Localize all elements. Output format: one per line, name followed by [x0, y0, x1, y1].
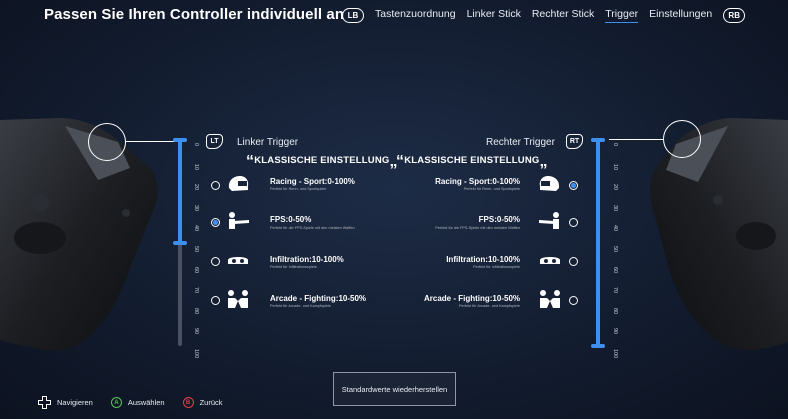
open-quote-icon: “: [396, 153, 405, 170]
left-option-fps-radio[interactable]: [211, 218, 220, 227]
fps-shooter-icon: [229, 212, 249, 229]
top-navigation: LB Tastenzuordnung Linker Stick Rechter …: [342, 5, 746, 25]
right-option-arcade-radio[interactable]: [569, 296, 578, 305]
right-trigger-highlight-ring: [663, 120, 701, 158]
right-option-infiltration-radio[interactable]: [569, 257, 578, 266]
rb-bumper-icon[interactable]: RB: [723, 7, 746, 23]
tick-label: 30: [612, 204, 618, 211]
left-trigger-end-handle[interactable]: [173, 241, 187, 245]
left-option-arcade-subtitle: Perfekt für Arcade- und Kampfspiele: [270, 304, 331, 308]
rt-button-icon: RT: [566, 134, 583, 149]
right-section-title-text: KLASSISCHE EINSTELLUNG: [404, 155, 540, 166]
right-option-infiltration-title: Infiltration:10-100%: [446, 255, 520, 264]
right-option-racing-radio[interactable]: [569, 181, 578, 190]
tick-label: 30: [193, 204, 199, 211]
footer-back-label: Zurück: [199, 398, 223, 407]
tick-label: 40: [193, 225, 199, 232]
tick-label: 100: [193, 349, 199, 359]
right-option-arcade-subtitle: Perfekt für Arcade- und Kampfspiele: [459, 304, 520, 308]
tick-label: 50: [612, 246, 618, 253]
right-option-arcade-title: Arcade - Fighting:10-50%: [423, 294, 520, 303]
tick-label: 80: [612, 307, 618, 314]
footer-select-label: Auswählen: [127, 398, 165, 407]
left-trigger-label: Linker Trigger: [237, 137, 299, 148]
arcade-fighting-icon: [228, 290, 248, 308]
right-trigger-leader-line: [609, 139, 663, 140]
tick-label: 80: [193, 307, 199, 314]
arcade-fighting-icon: [540, 290, 560, 308]
left-trigger-leader-line: [126, 141, 180, 142]
b-button-icon: B: [182, 397, 194, 408]
footer-hints: Navigieren A Auswählen B Zurück: [38, 396, 222, 409]
left-option-infiltration-title: Infiltration:10-100%: [270, 255, 344, 264]
page-title: Passen Sie Ihren Controller individuell …: [44, 6, 345, 23]
right-trigger-end-handle[interactable]: [591, 344, 605, 348]
tick-label: 100: [612, 349, 618, 359]
right-trigger-label: Rechter Trigger: [486, 137, 555, 148]
left-option-racing-title: Racing - Sport:0-100%: [270, 177, 355, 186]
right-option-infiltration-subtitle: Perfekt für Infiltrationsspiele: [473, 265, 520, 269]
tab-linker-stick[interactable]: Linker Stick: [467, 8, 521, 22]
right-trigger-slider-range: [596, 140, 600, 346]
left-trigger-highlight-ring: [88, 123, 126, 161]
fps-shooter-icon: [539, 212, 559, 229]
racing-helmet-icon: [228, 176, 249, 191]
infiltration-goggles-icon: [228, 257, 248, 264]
racing-helmet-icon: [539, 176, 560, 191]
close-quote-icon: „: [539, 153, 548, 170]
left-trigger-slider-range: [178, 140, 182, 243]
left-trigger-start-handle[interactable]: [173, 138, 187, 142]
tick-label: 0: [612, 143, 618, 147]
left-option-racing-radio[interactable]: [211, 181, 220, 190]
lb-bumper-icon[interactable]: LB: [342, 7, 364, 23]
tick-label: 50: [193, 246, 199, 253]
reset-defaults-button[interactable]: Standardwerte wiederherstellen: [333, 372, 456, 406]
tab-trigger[interactable]: Trigger: [605, 8, 639, 23]
open-quote-icon: “: [246, 153, 255, 170]
tab-einstellungen[interactable]: Einstellungen: [649, 8, 712, 22]
tick-label: 40: [612, 225, 618, 232]
left-option-infiltration-subtitle: Perfekt für Infiltrationsspiele: [270, 265, 317, 269]
tick-label: 10: [612, 163, 618, 170]
dpad-icon: [38, 396, 51, 409]
right-option-fps-subtitle: Perfekt für die FPS-Spiele mit den meist…: [435, 226, 520, 230]
tick-label: 10: [193, 163, 199, 170]
tick-label: 60: [612, 266, 618, 273]
controller-left-half-image: [0, 118, 158, 351]
tick-label: 20: [193, 184, 199, 191]
tick-label: 70: [193, 287, 199, 294]
right-option-fps-radio[interactable]: [569, 218, 578, 227]
infiltration-goggles-icon: [540, 257, 560, 264]
left-section-title: “KLASSISCHE EINSTELLUNG„: [246, 153, 398, 171]
tick-label: 60: [193, 266, 199, 273]
left-option-fps-title: FPS:0-50%: [270, 215, 312, 224]
tab-tastenzuordnung[interactable]: Tastenzuordnung: [375, 8, 456, 22]
tick-label: 0: [193, 143, 199, 147]
footer-navigate-label: Navigieren: [57, 398, 93, 407]
left-option-fps-subtitle: Perfekt für die FPS-Spiele mit den meist…: [270, 226, 355, 230]
right-section-title: “KLASSISCHE EINSTELLUNG„: [396, 153, 548, 171]
tick-label: 90: [193, 328, 199, 335]
left-option-racing-subtitle: Perfekt für Renn- und Sportspiele: [270, 187, 327, 191]
tick-label: 90: [612, 328, 618, 335]
left-option-arcade-radio[interactable]: [211, 296, 220, 305]
tab-rechter-stick[interactable]: Rechter Stick: [532, 8, 594, 22]
left-option-infiltration-radio[interactable]: [211, 257, 220, 266]
left-option-arcade-title: Arcade - Fighting:10-50%: [270, 294, 367, 303]
left-section-title-text: KLASSISCHE EINSTELLUNG: [254, 155, 390, 166]
right-option-racing-subtitle: Perfekt für Renn- und Sportspiele: [463, 187, 520, 191]
right-trigger-start-handle[interactable]: [591, 138, 605, 142]
tick-label: 20: [612, 184, 618, 191]
right-option-racing-title: Racing - Sport:0-100%: [435, 177, 520, 186]
lt-button-icon: LT: [206, 134, 223, 149]
a-button-icon: A: [110, 397, 122, 408]
right-option-fps-title: FPS:0-50%: [478, 215, 520, 224]
tick-label: 70: [612, 287, 618, 294]
